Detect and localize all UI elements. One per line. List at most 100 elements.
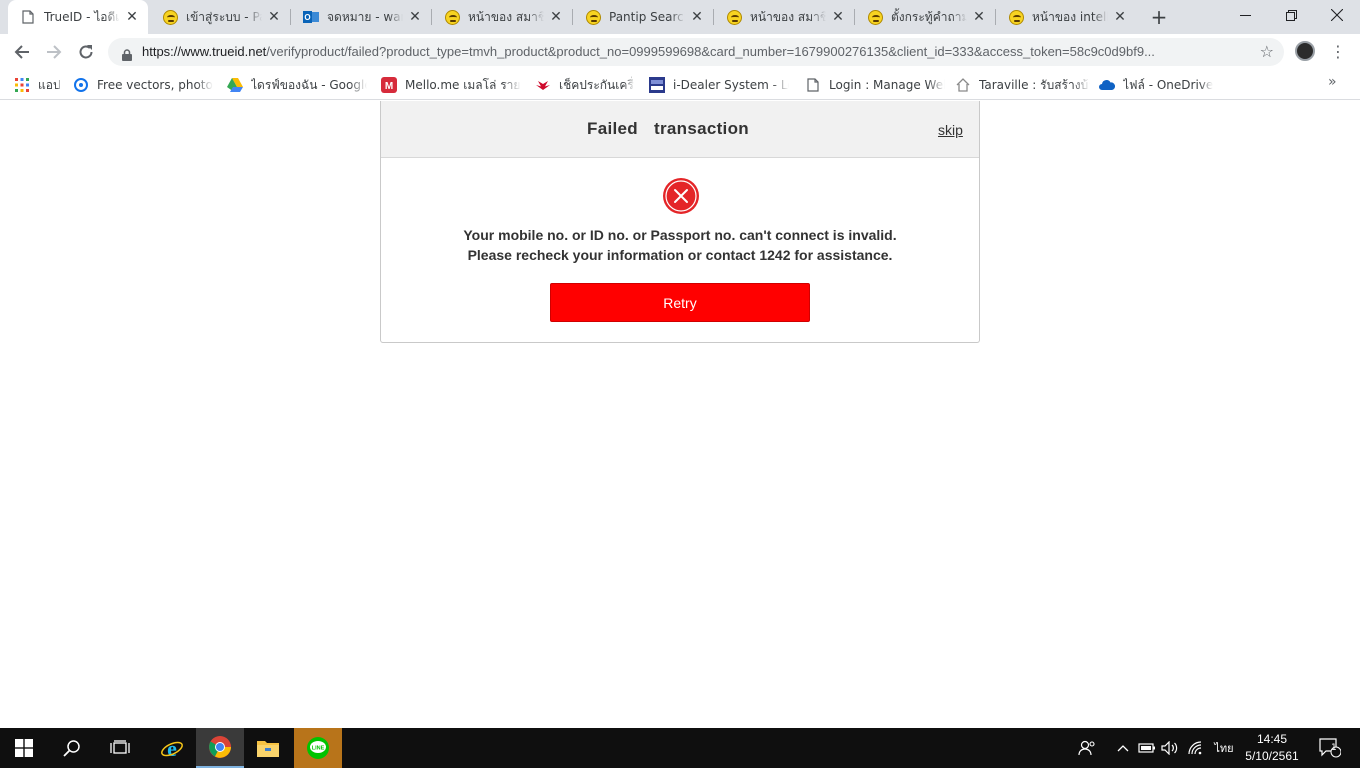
tab-title: หน้าของ intelligence — [1032, 9, 1108, 24]
browser-toolbar: https://www.trueid.net/verifyproduct/fai… — [0, 34, 1360, 70]
bookmark-huawei[interactable]: เช็คประกันเครื่อง — [535, 76, 635, 94]
bookmark-google-drive[interactable]: ไดรฟ์ของฉัน - Google — [227, 76, 367, 94]
windows-taskbar: e LINE ไทย 14:45 5/10/2561 1 — [0, 728, 1360, 768]
dialog-header: Failed transaction skip — [381, 101, 979, 158]
chrome-menu-icon[interactable]: ⋮ — [1330, 42, 1346, 62]
pantip-emoji-icon — [726, 9, 742, 25]
pantip-emoji-icon — [162, 9, 178, 25]
idealer-icon — [649, 77, 665, 93]
battery-icon[interactable] — [1137, 728, 1157, 768]
bookmark-label: ไดรฟ์ของฉัน - Google — [251, 77, 367, 92]
tab-title: จดหมาย - wanaporn — [327, 9, 403, 24]
input-language[interactable]: ไทย — [1210, 728, 1238, 768]
error-message-line-1: Your mobile no. or ID no. or Passport no… — [463, 227, 897, 243]
tab-title: Pantip Search — [609, 10, 685, 24]
window-close-button[interactable] — [1314, 0, 1360, 30]
task-view-icon[interactable] — [96, 728, 144, 768]
clock-time: 14:45 — [1256, 732, 1288, 746]
tab-pantip-search[interactable]: Pantip Search ✕ — [573, 0, 713, 34]
url-path: /verifyproduct/failed?product_type=tmvh_… — [266, 44, 1155, 59]
bookmark-freepik[interactable]: Free vectors, photos — [73, 76, 213, 94]
notification-count: 1 — [1331, 743, 1337, 753]
close-icon[interactable]: ✕ — [548, 9, 564, 25]
pantip-emoji-icon — [585, 9, 601, 25]
address-bar[interactable]: https://www.trueid.net/verifyproduct/fai… — [108, 38, 1284, 66]
retry-button[interactable]: Retry — [550, 283, 810, 322]
tab-title: หน้าของ สมาชิก — [750, 9, 826, 24]
tab-trueid[interactable]: TrueID - ไอดีเดียว ✕ — [8, 0, 148, 34]
tab-title: หน้าของ สมาชิก — [468, 9, 544, 24]
close-icon[interactable]: ✕ — [1112, 9, 1128, 25]
tab-new-topic[interactable]: ตั้งกระทู้คำถาม ✕ — [855, 0, 995, 34]
back-button[interactable] — [10, 40, 34, 64]
bookmark-label: Taraville : รับสร้างบ้าน — [979, 77, 1090, 92]
clock-date: 5/10/2561 — [1245, 749, 1299, 763]
start-button[interactable] — [0, 728, 48, 768]
svg-text:e: e — [167, 736, 177, 760]
bookmark-label: Mello.me เมลโล่ รายการ — [405, 77, 521, 92]
forward-button[interactable] — [42, 40, 66, 64]
svg-text:LINE: LINE — [312, 746, 325, 752]
bookmark-label: แอป — [38, 77, 61, 92]
pantip-emoji-icon — [867, 9, 883, 25]
error-x-icon — [663, 178, 699, 214]
error-message-line-2: Please recheck your information or conta… — [467, 247, 893, 263]
restore-button[interactable] — [1268, 0, 1314, 30]
bookmark-mello[interactable]: M Mello.me เมลโล่ รายการ — [381, 76, 521, 94]
action-center-icon[interactable]: 1 — [1314, 728, 1346, 768]
chevron-up-icon[interactable] — [1114, 728, 1132, 768]
chrome-taskbar-icon[interactable] — [196, 728, 244, 768]
freepik-icon — [73, 77, 89, 93]
pantip-emoji-icon — [1008, 9, 1024, 25]
people-icon[interactable] — [1076, 728, 1098, 768]
tab-intelligence[interactable]: หน้าของ intelligence ✕ — [996, 0, 1136, 34]
bookmark-taraville[interactable]: Taraville : รับสร้างบ้าน — [955, 76, 1090, 94]
pantip-emoji-icon — [444, 9, 460, 25]
internet-explorer-icon[interactable]: e — [148, 728, 196, 768]
tab-member-page-2[interactable]: หน้าของ สมาชิก ✕ — [714, 0, 854, 34]
search-icon[interactable] — [48, 728, 96, 768]
bookmark-manage-web[interactable]: Login : Manage Web — [805, 76, 945, 94]
reload-button[interactable] — [74, 40, 98, 64]
bookmarks-overflow-button[interactable]: » — [1328, 74, 1337, 90]
google-drive-icon — [227, 77, 243, 93]
profile-avatar[interactable] — [1295, 41, 1315, 61]
bookmark-apps[interactable]: แอป — [14, 76, 64, 94]
new-tab-button[interactable]: + — [1148, 5, 1170, 29]
bookmark-label: ไฟล์ - OneDrive — [1123, 77, 1214, 92]
failed-transaction-dialog: Failed transaction skip Your mobile no. … — [380, 101, 980, 343]
close-icon[interactable]: ✕ — [407, 9, 423, 25]
close-icon[interactable]: ✕ — [124, 9, 140, 25]
system-clock[interactable]: 14:45 5/10/2561 — [1240, 731, 1304, 765]
tab-title: TrueID - ไอดีเดียว — [44, 9, 120, 24]
close-icon[interactable]: ✕ — [266, 9, 282, 25]
tab-member-page[interactable]: หน้าของ สมาชิก ✕ — [432, 0, 572, 34]
mello-icon: M — [381, 77, 397, 93]
tab-pantip-login[interactable]: เข้าสู่ระบบ - Pantip ✕ — [150, 0, 290, 34]
volume-icon[interactable] — [1160, 728, 1180, 768]
bookmark-star-icon[interactable]: ☆ — [1260, 42, 1274, 61]
line-app-icon[interactable]: LINE — [294, 728, 342, 768]
close-icon[interactable]: ✕ — [971, 9, 987, 25]
wifi-icon[interactable] — [1186, 728, 1206, 768]
bookmark-onedrive[interactable]: ไฟล์ - OneDrive — [1099, 76, 1214, 94]
lock-icon — [122, 46, 132, 61]
bookmark-idealer[interactable]: i-Dealer System - Log — [649, 76, 789, 94]
close-icon[interactable]: ✕ — [689, 9, 705, 25]
tab-title: ตั้งกระทู้คำถาม — [891, 9, 967, 24]
tab-outlook[interactable]: O จดหมาย - wanaporn ✕ — [291, 0, 431, 34]
bookmark-label: Free vectors, photos — [97, 78, 213, 92]
svg-text:M: M — [385, 81, 393, 92]
apps-grid-icon — [14, 77, 30, 93]
close-icon[interactable]: ✕ — [830, 9, 846, 25]
house-icon — [955, 77, 971, 93]
file-explorer-icon[interactable] — [244, 728, 292, 768]
onedrive-icon — [1099, 77, 1115, 93]
outlook-icon: O — [303, 9, 319, 25]
url-text: https://www.trueid.net/verifyproduct/fai… — [142, 44, 1252, 59]
error-message: Your mobile no. or ID no. or Passport no… — [381, 225, 979, 265]
bookmark-label: Login : Manage Web — [829, 78, 945, 92]
page-icon — [20, 9, 36, 25]
skip-link[interactable]: skip — [938, 122, 963, 138]
minimize-button[interactable] — [1222, 0, 1268, 30]
